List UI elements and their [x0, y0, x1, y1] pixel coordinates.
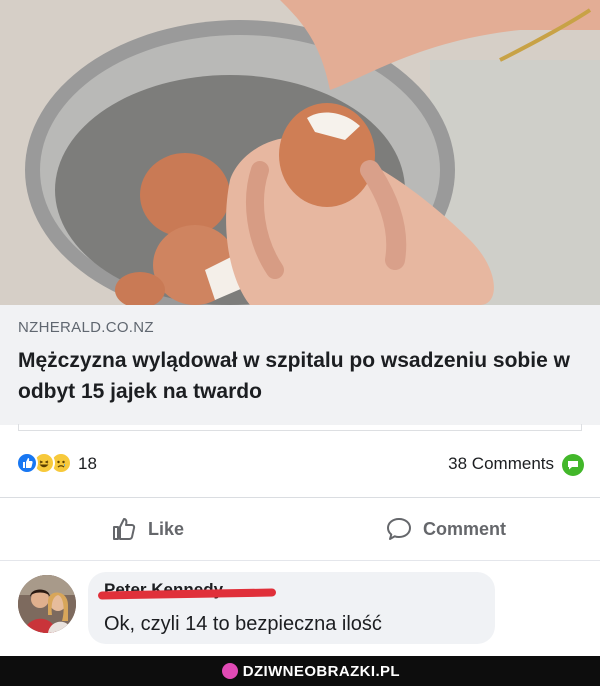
comments-bubble-icon — [562, 454, 584, 476]
eggs-in-pot-image — [0, 0, 600, 305]
brand-logo-icon — [221, 663, 238, 679]
like-button-label: Like — [148, 518, 185, 539]
comment-bubble[interactable]: Peter Kennedy Ok, czyli 14 to bezpieczna… — [88, 572, 495, 644]
author-redaction-mark — [97, 588, 277, 600]
brand-name: DZIWNEOBRAZKI.PL — [242, 662, 400, 680]
speech-bubble-icon — [387, 518, 411, 540]
link-domain: NZHERALD.CO.NZ — [18, 319, 154, 336]
link-headline[interactable]: Mężczyzna wylądował w szpitalu po wsadze… — [18, 345, 588, 407]
divider — [0, 560, 600, 561]
comment-button[interactable]: Comment — [385, 512, 506, 546]
avatar[interactable] — [18, 575, 76, 633]
avatar-photo — [18, 575, 76, 633]
thumbs-up-icon — [113, 518, 136, 540]
post-stats-bar: 18 38 Comments — [0, 444, 600, 484]
reaction-count[interactable]: 18 — [78, 454, 97, 474]
watermark-bar: DZIWNEOBRAZKI.PL — [0, 656, 600, 686]
comment-button-label: Comment — [423, 518, 507, 539]
like-button[interactable]: Like — [110, 512, 184, 546]
comment-text: Ok, czyli 14 to bezpieczna ilość — [104, 613, 382, 635]
comments-count[interactable]: 38 Comments — [448, 454, 554, 474]
site-brand: DZIWNEOBRAZKI.PL — [221, 662, 400, 680]
article-photo[interactable] — [0, 0, 600, 305]
like-reaction-icon — [16, 452, 38, 474]
card-bottom-border — [18, 430, 582, 431]
divider — [0, 497, 600, 498]
